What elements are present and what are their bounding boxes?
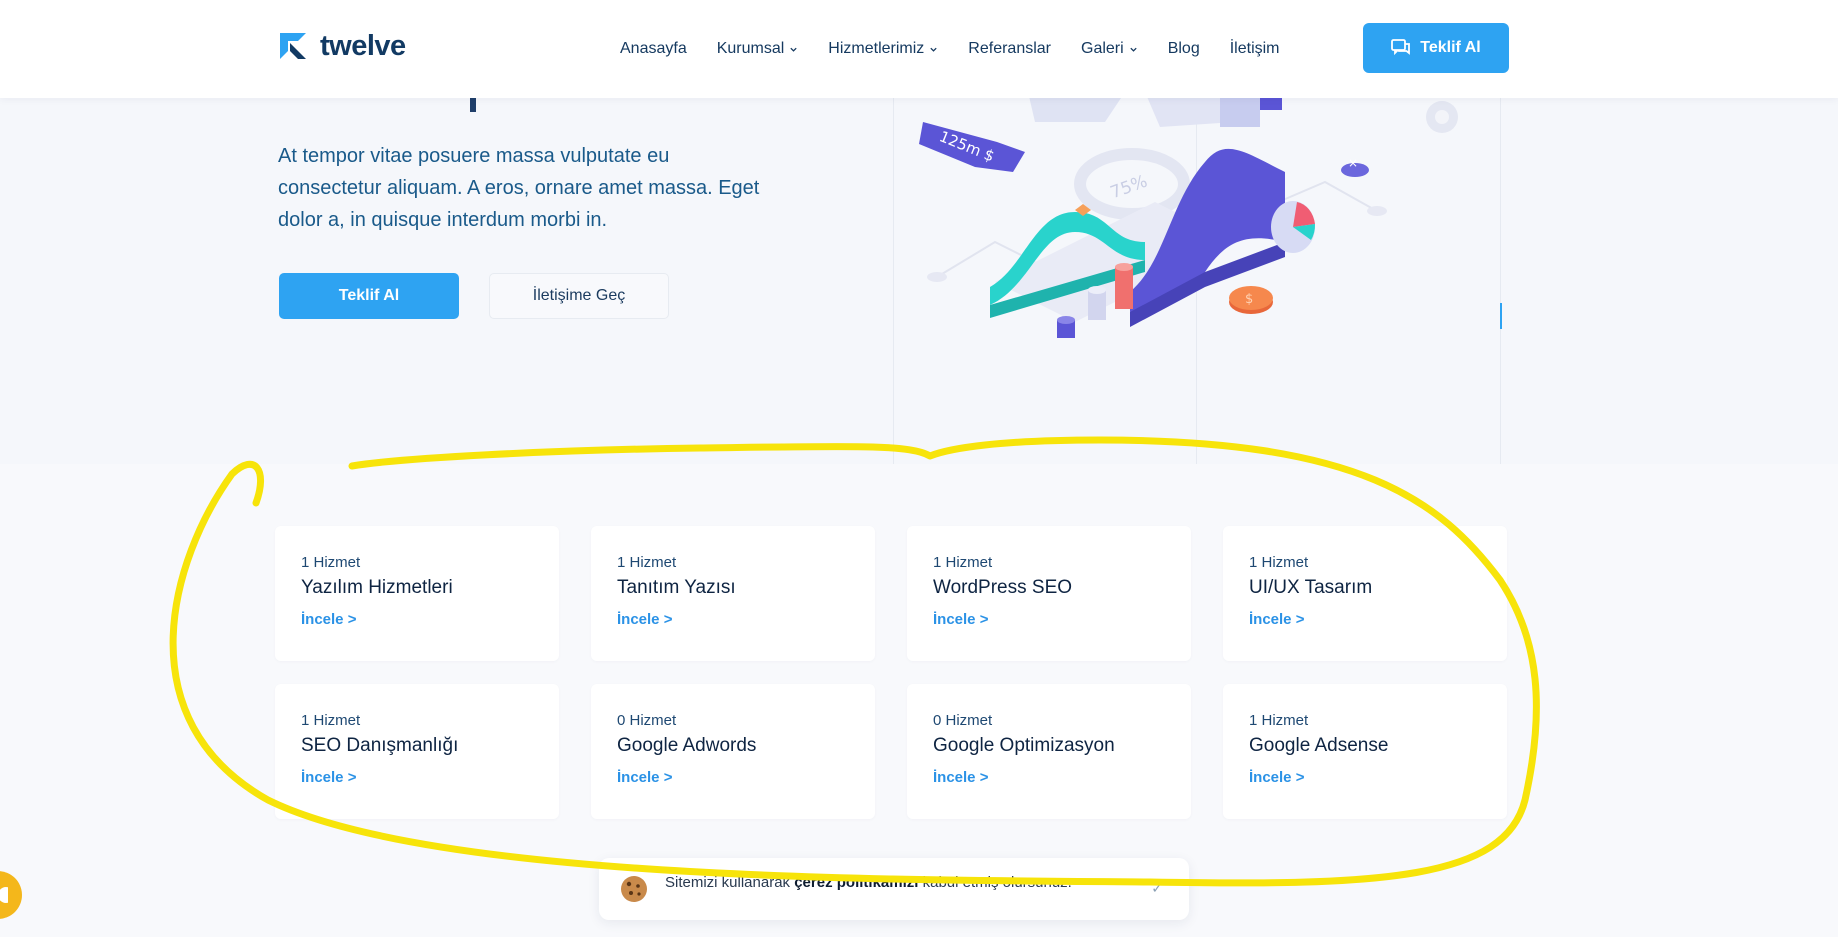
card-count: 1 Hizmet [301,712,361,729]
nav-label: Kurumsal [716,40,785,57]
card-incele-link[interactable]: İncele > [301,611,356,628]
card-count: 1 Hizmet [617,554,677,571]
card-title: Tanıtım Yazısı [617,577,736,598]
logo-text: twelve [320,30,406,62]
card-incele-link[interactable]: İncele > [933,611,988,628]
card-incele-link[interactable]: İncele > [301,769,356,786]
card-count: 1 Hizmet [301,554,361,571]
header-teklif-al-button[interactable]: Teklif Al [1363,23,1509,73]
hero-iletisime-gec-button[interactable]: İletişime Geç [489,273,669,319]
hero-illustration: 125m $ 75% × $ [919,92,1458,338]
cookie-text-before: Sitemizi kullanarak [665,874,791,891]
twelve-logo-icon [280,32,306,59]
hero-description: At tempor vitae posuere massa vulputate … [278,145,760,231]
card-title: Google Adwords [617,735,757,756]
category-card-google-adwords[interactable]: 0 Hizmet Google Adwords İncele > [591,684,875,819]
nav-item-galeri[interactable]: Galeri [1081,40,1138,58]
cookie-text: Sitemizi kullanarak çerez politikamızı k… [665,874,1072,891]
card-count: 0 Hizmet [933,712,993,729]
nav-label: Galeri [1081,40,1124,57]
category-card-tanitim-yazisi[interactable]: 1 Hizmet Tanıtım Yazısı İncele > [591,526,875,661]
category-card-wordpress-seo[interactable]: 1 Hizmet WordPress SEO İncele > [907,526,1191,661]
hero-teklif-al-button[interactable]: Teklif Al [279,273,459,319]
nav-item-hizmetlerimiz[interactable]: Hizmetlerimiz [828,40,938,58]
card-title: WordPress SEO [933,577,1073,598]
card-count: 1 Hizmet [1249,554,1309,571]
nav-label: Blog [1167,40,1200,57]
card-count: 1 Hizmet [933,554,993,571]
chat-bubbles-icon [1391,39,1411,56]
header-cta-label: Teklif Al [1420,39,1481,56]
card-title: Google Adsense [1249,735,1389,756]
card-count: 1 Hizmet [1249,712,1309,729]
card-incele-link[interactable]: İncele > [933,769,988,786]
card-title: Yazılım Hizmetleri [301,577,453,598]
cookie-text-after: kabul etmiş olursunuz. [922,874,1072,891]
logo[interactable]: twelve [278,30,406,63]
card-title: Google Optimizasyon [933,735,1115,756]
nav-item-kurumsal[interactable]: Kurumsal [717,40,799,58]
nav-label: İletişim [1229,40,1280,57]
grid-line [893,98,894,464]
nav-item-anasayfa[interactable]: Anasayfa [620,40,687,58]
category-card-google-optimizasyon[interactable]: 0 Hizmet Google Optimizasyon İncele > [907,684,1191,819]
cookie-icon [621,876,647,902]
nav-item-referanslar[interactable]: Referanslar [968,40,1051,58]
cookie-policy-link[interactable]: çerez politikamızı [794,874,918,891]
card-incele-link[interactable]: İncele > [617,611,672,628]
nav-label: Hizmetlerimiz [828,40,925,57]
nav-item-iletisim[interactable]: İletişim [1230,40,1280,58]
nav-item-blog[interactable]: Blog [1168,40,1200,58]
card-incele-link[interactable]: İncele > [1249,769,1304,786]
site-header: twelve Anasayfa Kurumsal Hizmetlerimiz R… [0,0,1838,98]
category-card-yazilim-hizmetleri[interactable]: 1 Hizmet Yazılım Hizmetleri İncele > [275,526,559,661]
chevron-down-icon [790,47,797,52]
gauge-label: 75% [1108,172,1150,204]
category-card-ui-ux-tasarim[interactable]: 1 Hizmet UI/UX Tasarım İncele > [1223,526,1507,661]
card-count: 0 Hizmet [617,712,677,729]
chevron-down-icon [930,47,937,52]
svg-text:×: × [1348,156,1358,170]
card-incele-link[interactable]: İncele > [1249,611,1304,628]
category-card-google-adsense[interactable]: 1 Hizmet Google Adsense İncele > [1223,684,1507,819]
cookie-notice: Sitemizi kullanarak çerez politikamızı k… [599,858,1189,920]
category-card-seo-danismanligi[interactable]: 1 Hizmet SEO Danışmanlığı İncele > [275,684,559,819]
main-nav: Anasayfa Kurumsal Hizmetlerimiz Referans… [620,0,1280,98]
nav-label: Referanslar [968,40,1051,57]
card-incele-link[interactable]: İncele > [617,769,672,786]
card-title: UI/UX Tasarım [1249,577,1373,598]
cookie-accept-button[interactable]: ✓ [1151,880,1163,897]
chat-icon [0,887,8,903]
svg-text:$: $ [1245,292,1253,307]
card-title: SEO Danışmanlığı [301,735,459,756]
nav-label: Anasayfa [620,40,687,57]
page: twelve Anasayfa Kurumsal Hizmetlerimiz R… [0,0,1838,937]
chevron-down-icon [1130,47,1137,52]
